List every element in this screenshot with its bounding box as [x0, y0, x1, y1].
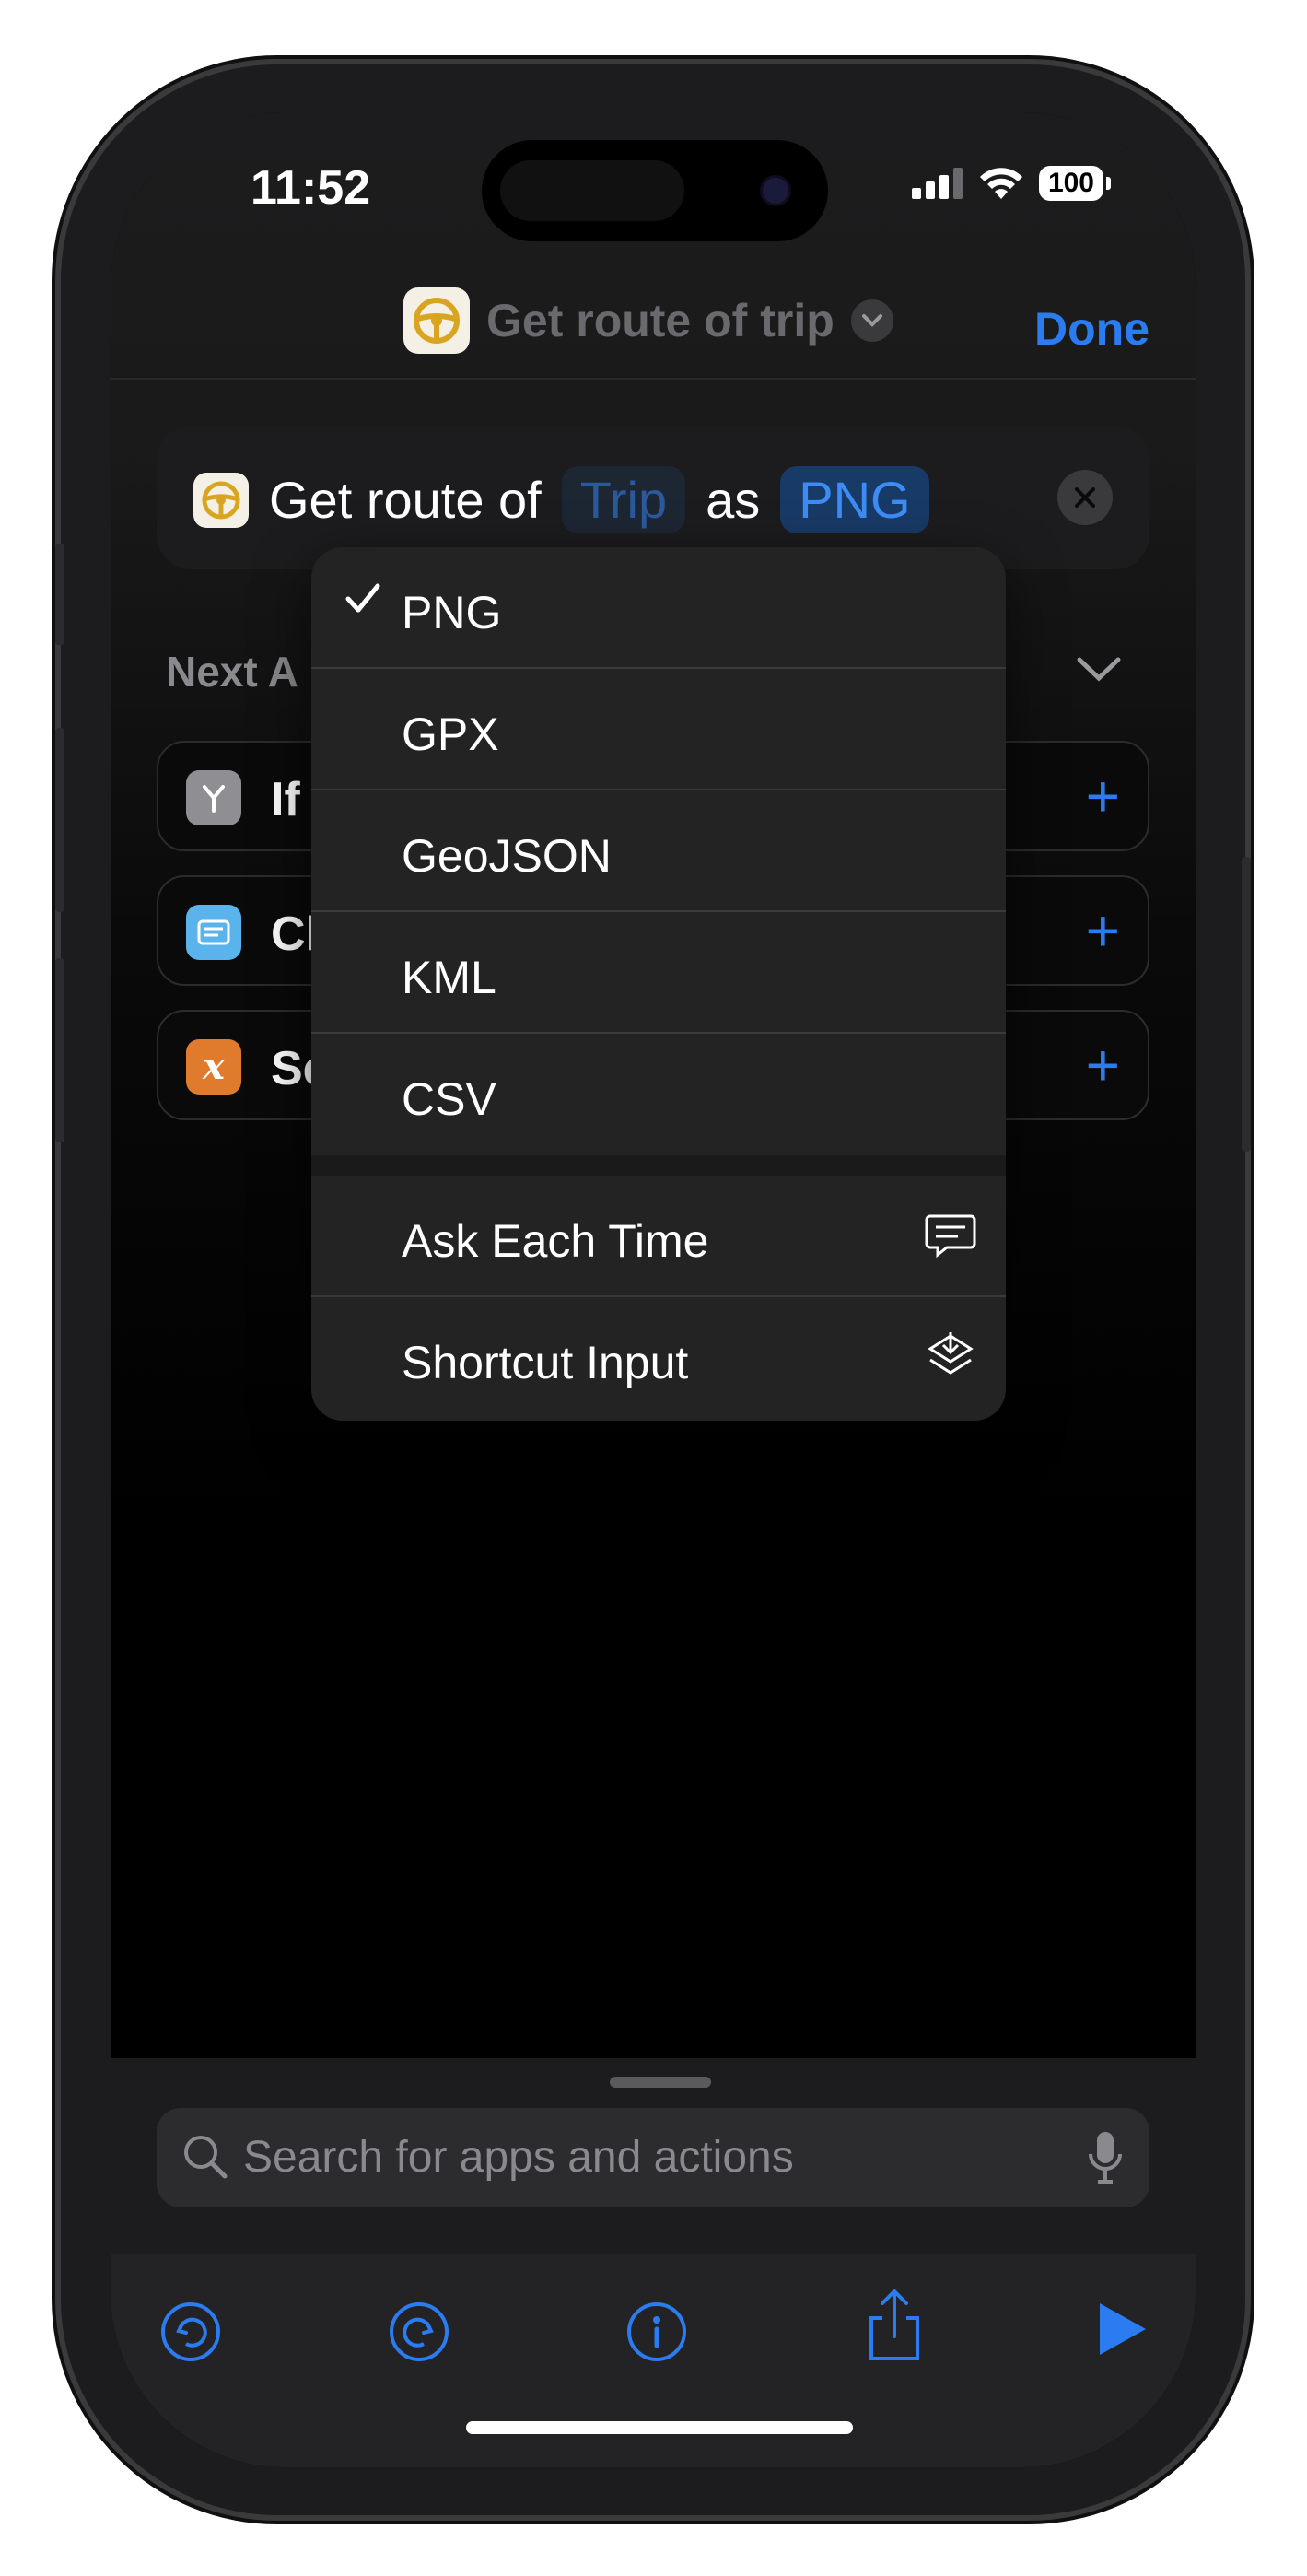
home-indicator: [466, 2421, 853, 2434]
plus-icon[interactable]: +: [1086, 1036, 1120, 1095]
menu-separator: [311, 1155, 1006, 1176]
menu-item-label: Ask Each Time: [402, 1215, 709, 1267]
close-icon: [1075, 487, 1095, 508]
battery-indicator: 100: [1038, 166, 1112, 201]
camera-icon: [760, 175, 791, 206]
status-time: 11:52: [251, 161, 371, 215]
dynamic-island: [482, 140, 828, 241]
variable-icon: x: [186, 1039, 241, 1095]
menu-item-shortcut-input[interactable]: Shortcut Input: [311, 1297, 1006, 1419]
status-icons: 100: [911, 166, 1112, 201]
volume-down-button: [55, 958, 64, 1142]
menu-item-label: GeoJSON: [402, 830, 612, 882]
menu-item-ask-each-time[interactable]: Ask Each Time: [311, 1176, 1006, 1297]
undo-icon[interactable]: [158, 2300, 223, 2364]
action-button: [55, 544, 64, 645]
menu-item-kml[interactable]: KML: [311, 912, 1006, 1034]
menu-item-label: Shortcut Input: [402, 1337, 689, 1388]
checkmark-icon: [345, 583, 380, 613]
power-button: [1242, 857, 1251, 1152]
volume-up-button: [55, 728, 64, 912]
remove-action-button[interactable]: [1057, 470, 1113, 525]
info-icon[interactable]: [624, 2300, 689, 2364]
branch-icon: [186, 770, 241, 825]
sheet-grabber[interactable]: [610, 2077, 711, 2088]
trip-token[interactable]: Trip: [561, 466, 686, 533]
wifi-icon: [979, 168, 1022, 199]
steering-wheel-icon: [193, 472, 249, 528]
menu-item-label: GPX: [402, 708, 499, 760]
done-button[interactable]: Done: [1034, 302, 1149, 356]
nav-bar: Get route of trip Done: [111, 278, 1196, 380]
play-icon[interactable]: [1094, 2300, 1149, 2359]
action-connector: as: [706, 471, 761, 529]
shortcut-input-icon: [928, 1332, 974, 1375]
nav-title: Get route of trip: [486, 295, 834, 346]
search-input[interactable]: Search for apps and actions: [157, 2108, 1149, 2207]
cellular-signal-icon: [911, 168, 963, 199]
screen: 11:52 100 Get route of trip Done Get rou…: [111, 112, 1196, 2467]
menu-item-label: KML: [402, 952, 496, 1003]
bottom-toolbar: [111, 2254, 1196, 2467]
steering-wheel-icon: [403, 287, 470, 354]
search-placeholder: Search for apps and actions: [243, 2133, 794, 2182]
plus-icon[interactable]: +: [1086, 767, 1120, 825]
menu-item-geojson[interactable]: GeoJSON: [311, 790, 1006, 912]
suggestion-label: If: [271, 773, 300, 826]
speech-bubble-icon: [925, 1214, 976, 1259]
menu-item-csv[interactable]: CSV: [311, 1034, 1006, 1155]
menu-item-gpx[interactable]: GPX: [311, 669, 1006, 790]
nav-title-group[interactable]: Get route of trip: [403, 287, 893, 354]
menu-item-label: CSV: [402, 1073, 496, 1125]
menu-item-png[interactable]: PNG: [311, 547, 1006, 669]
microphone-icon[interactable]: [1087, 2128, 1124, 2187]
plus-icon[interactable]: +: [1086, 901, 1120, 960]
clipboard-icon: [186, 905, 241, 960]
format-menu: PNG GPX GeoJSON KML CSV Ask Each Time Sh…: [311, 547, 1006, 1421]
action-prefix: Get route of: [269, 471, 542, 529]
next-actions-header: Next A: [166, 648, 298, 696]
chevron-down-icon[interactable]: [850, 299, 893, 342]
bottom-sheet: Search for apps and actions: [111, 2058, 1196, 2467]
format-token[interactable]: PNG: [780, 466, 929, 533]
redo-icon[interactable]: [387, 2300, 451, 2364]
search-icon: [184, 2136, 228, 2179]
chevron-down-icon[interactable]: [1076, 656, 1122, 684]
share-icon[interactable]: [862, 2287, 927, 2364]
menu-item-label: PNG: [402, 587, 502, 638]
